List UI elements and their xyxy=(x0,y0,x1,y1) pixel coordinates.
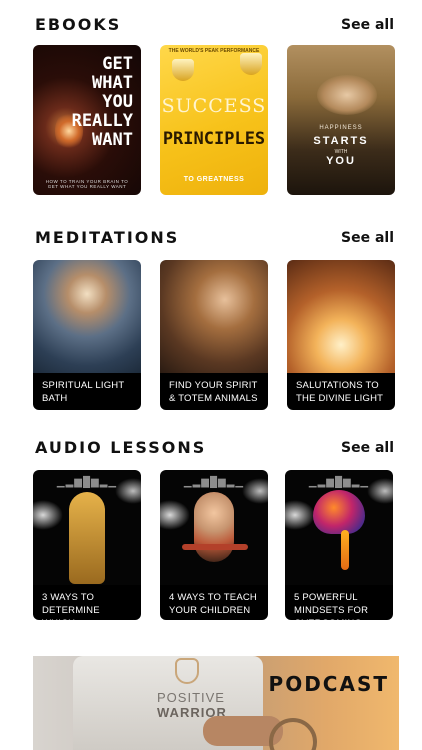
meditations-title: MEDITATIONS xyxy=(35,228,180,247)
meditation-card[interactable]: FIND YOUR SPIRIT & TOTEM ANIMALS xyxy=(160,260,268,410)
ebook-card-get-what-you-want[interactable]: GET WHAT YOU REALLY WANT HOW TO TRAIN YO… xyxy=(33,45,141,195)
ebook-subtitle: HOW TO TRAIN YOUR BRAIN TO GET WHAT YOU … xyxy=(45,179,129,189)
ebook-title-line2: PRINCIPLES xyxy=(162,129,266,149)
meditations-see-all-link[interactable]: See all xyxy=(341,230,394,246)
audio-lessons-see-all-link[interactable]: See all xyxy=(341,440,394,456)
ebooks-title: EBOOKS xyxy=(35,15,122,34)
smoke-decoration xyxy=(33,500,63,530)
audio-lesson-image: ▁▂▆█▆▂▁ xyxy=(285,470,393,585)
meditation-caption: SPIRITUAL LIGHT BATH xyxy=(33,373,141,410)
ebook-title: GET WHAT YOU REALLY WANT xyxy=(71,54,133,150)
audio-lesson-card[interactable]: ▁▂▆█▆▂▁ 4 WAYS TO TEACH YOUR CHILDREN ..… xyxy=(160,470,268,620)
trophy-icon xyxy=(172,59,194,81)
podcast-banner[interactable]: POSITIVE WARRIOR PODCAST xyxy=(33,656,399,750)
smoke-decoration xyxy=(242,478,268,504)
smoke-decoration xyxy=(367,478,393,504)
audio-lessons-header: AUDIO LESSONS See all xyxy=(35,438,394,457)
audio-lessons-title: AUDIO LESSONS xyxy=(35,438,207,457)
meditation-card[interactable]: SALUTATIONS TO THE DIVINE LIGHT xyxy=(287,260,395,410)
ebook-line4: YOU xyxy=(326,155,356,167)
audio-lesson-caption: 3 WAYS TO DETERMINE WHICH OBSTACLE... xyxy=(33,585,141,620)
audio-lesson-image: ▁▂▆█▆▂▁ xyxy=(160,470,268,585)
smoke-decoration xyxy=(285,500,315,530)
audio-lesson-image: ▁▂▆█▆▂▁ xyxy=(33,470,141,585)
meditation-image xyxy=(33,260,141,373)
smoke-decoration xyxy=(160,500,190,530)
audio-lesson-caption: 4 WAYS TO TEACH YOUR CHILDREN ... xyxy=(160,585,268,620)
warrior-helmet-logo xyxy=(175,658,199,684)
brain-illustration xyxy=(313,490,365,534)
meditations-header: MEDITATIONS See all xyxy=(35,228,394,247)
meditation-caption: SALUTATIONS TO THE DIVINE LIGHT xyxy=(287,373,395,410)
shirt-text-line1: POSITIVE xyxy=(157,690,225,705)
ebooks-see-all-link[interactable]: See all xyxy=(341,17,394,33)
audio-lesson-caption: 5 POWERFUL MINDSETS FOR OVERCOMING ... xyxy=(285,585,393,620)
lightning-decoration xyxy=(341,530,349,570)
ebook-line1: HAPPINESS xyxy=(319,125,363,131)
meditation-image xyxy=(287,260,395,373)
audio-lesson-card[interactable]: ▁▂▆█▆▂▁ 3 WAYS TO DETERMINE WHICH OBSTAC… xyxy=(33,470,141,620)
ebook-card-happiness-starts-with-you[interactable]: HAPPINESS STARTS WITH YOU xyxy=(287,45,395,195)
meditation-card[interactable]: SPIRITUAL LIGHT BATH xyxy=(33,260,141,410)
child-hurdle-illustration xyxy=(194,492,234,562)
smoke-decoration xyxy=(115,478,141,504)
ebook-sub-line: TO GREATNESS xyxy=(183,176,245,183)
ebooks-header: EBOOKS See all xyxy=(35,15,394,34)
hurdle-bar-decoration xyxy=(182,544,248,550)
ebook-line2: STARTS xyxy=(313,135,369,147)
meditation-image xyxy=(160,260,268,373)
ebook-title-line1: SUCCESS xyxy=(161,95,267,117)
ebook-card-success-principles[interactable]: THE WORLD'S PEAK PERFORMANCE SUCCESS PRI… xyxy=(160,45,268,195)
podcast-label: PODCAST xyxy=(268,672,389,696)
meditation-caption: FIND YOUR SPIRIT & TOTEM ANIMALS xyxy=(160,373,268,410)
audio-lesson-card[interactable]: ▁▂▆█▆▂▁ 5 POWERFUL MINDSETS FOR OVERCOMI… xyxy=(285,470,393,620)
trophy-icon xyxy=(240,53,262,75)
woman-portrait-image xyxy=(317,75,377,115)
golden-warrior-illustration xyxy=(69,492,105,584)
